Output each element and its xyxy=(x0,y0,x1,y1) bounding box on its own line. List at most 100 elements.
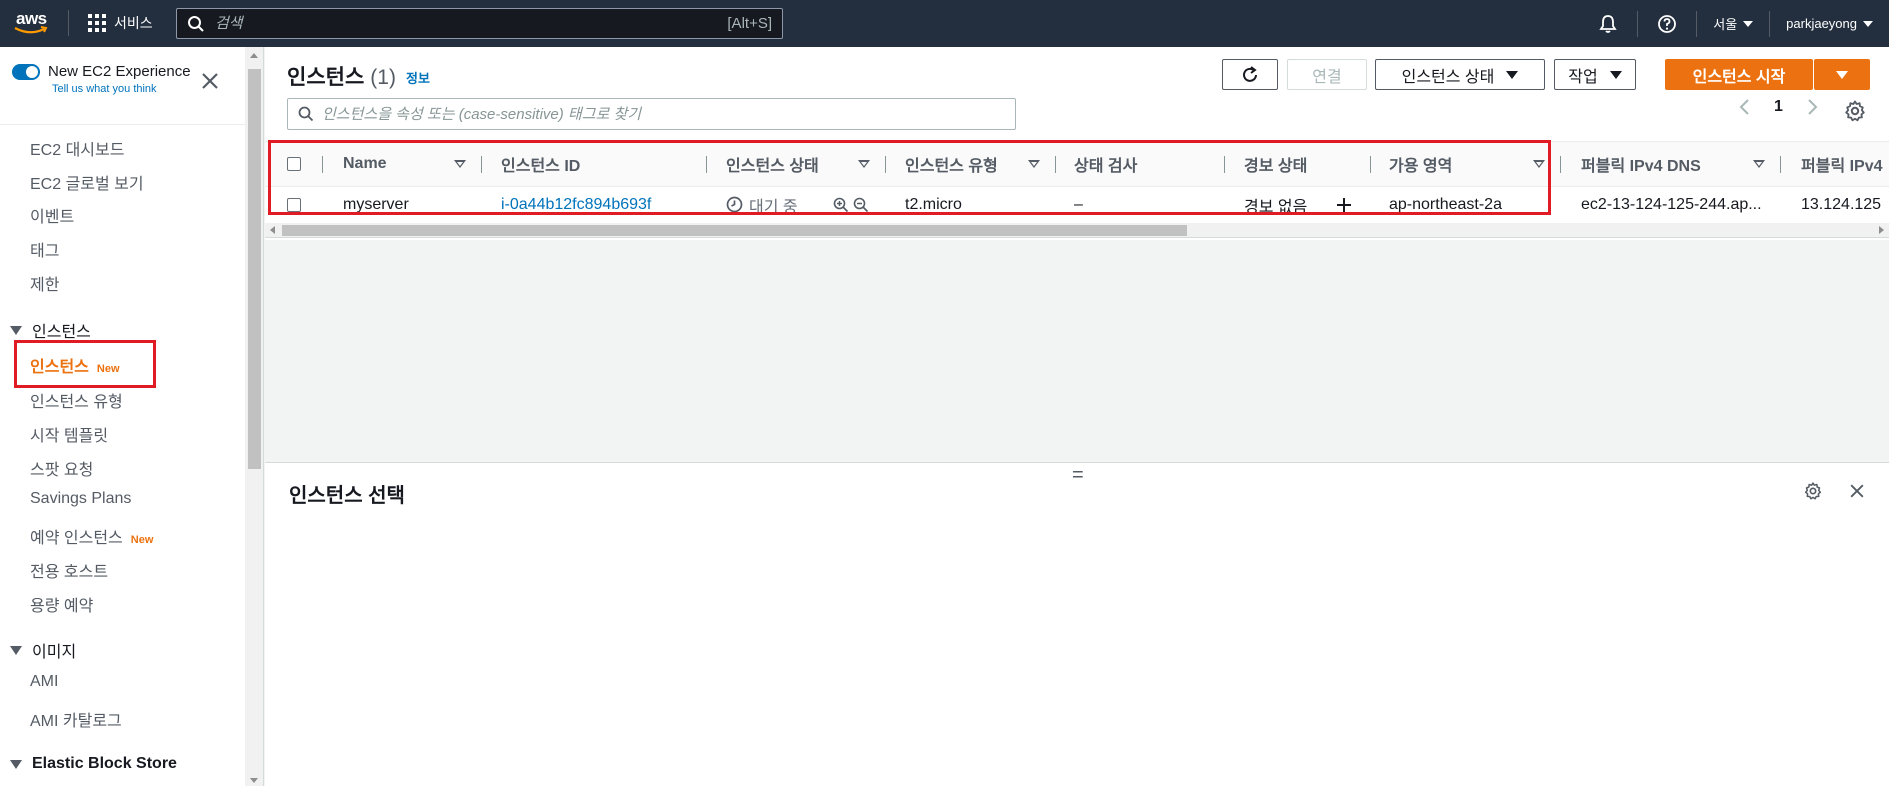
sidebar-item-reserved-instances[interactable]: 예약 인스턴스 New xyxy=(30,524,153,548)
instance-state-button[interactable]: 인스턴스 상태 xyxy=(1375,59,1545,90)
top-navigation: aws 서비스 [Alt+S] xyxy=(0,0,1889,47)
new-experience-title: New EC2 Experience xyxy=(48,63,191,80)
page-number[interactable]: 1 xyxy=(1774,98,1783,116)
sidebar: New EC2 Experience Tell us what you thin… xyxy=(0,47,245,786)
sidebar-scrollbar[interactable] xyxy=(245,47,264,786)
global-search[interactable]: [Alt+S] xyxy=(176,8,783,39)
pagination: 1 xyxy=(1738,97,1819,117)
chevron-down-icon xyxy=(1863,20,1873,27)
instance-filter[interactable] xyxy=(287,98,1016,130)
sidebar-divider xyxy=(0,124,245,125)
column-header-public-dns[interactable]: 퍼블릭 IPv4 DNS xyxy=(1581,142,1701,186)
sidebar-section-images[interactable]: 이미지 xyxy=(10,638,76,662)
close-sidebar-icon[interactable] xyxy=(198,69,222,93)
section-label: 인스턴스 xyxy=(32,324,91,341)
sidebar-item-ami-catalog[interactable]: AMI 카탈로그 xyxy=(30,707,122,731)
caret-down-icon xyxy=(1506,70,1519,79)
sidebar-section-ebs[interactable]: Elastic Block Store xyxy=(10,755,177,773)
new-experience-toggle-group: New EC2 Experience Tell us what you thin… xyxy=(12,63,191,95)
cell-public-ipv4: 13.124.125 xyxy=(1801,195,1882,213)
split-panel-controls xyxy=(1803,481,1867,501)
sidebar-item-global-view[interactable]: EC2 글로벌 보기 xyxy=(30,170,144,194)
split-panel-resize-handle[interactable]: = xyxy=(1072,465,1084,485)
page-title: 인스턴스 (1) xyxy=(287,61,396,91)
sidebar-item-launch-templates[interactable]: 시작 템플릿 xyxy=(30,422,108,446)
scroll-up-arrow-icon[interactable] xyxy=(250,53,258,58)
launch-instance-label: 인스턴스 시작 xyxy=(1692,68,1786,86)
instance-state-label: 인스턴스 상태 xyxy=(1401,68,1495,86)
table-empty-area xyxy=(265,240,1889,463)
user-label: parkjaeyong xyxy=(1786,16,1857,31)
cell-public-dns: ec2-13-124-125-244.ap... xyxy=(1581,195,1762,213)
region-label: 서울 xyxy=(1713,17,1738,32)
launch-dropdown-button[interactable] xyxy=(1814,59,1870,90)
notifications-button[interactable] xyxy=(1579,0,1637,47)
highlight-annotation-sidebar xyxy=(14,340,156,388)
filter-input[interactable] xyxy=(322,105,1005,123)
sidebar-item-capacity-reservations[interactable]: 용량 예약 xyxy=(30,592,93,616)
scroll-left-arrow-icon[interactable] xyxy=(270,226,275,234)
aws-logo[interactable]: aws xyxy=(14,9,50,37)
column-separator[interactable] xyxy=(1560,156,1561,173)
sidebar-item-dedicated-hosts[interactable]: 전용 호스트 xyxy=(30,558,108,582)
aws-smile-icon xyxy=(14,26,48,34)
sidebar-item-limits[interactable]: 제한 xyxy=(30,271,59,295)
sidebar-section-instances[interactable]: 인스턴스 xyxy=(10,318,91,342)
help-icon xyxy=(1658,14,1677,33)
sidebar-item-spot-requests[interactable]: 스팟 요청 xyxy=(30,456,93,480)
region-selector[interactable]: 서울 xyxy=(1697,0,1769,47)
sidebar-item-tags[interactable]: 태그 xyxy=(30,237,59,261)
help-button[interactable] xyxy=(1638,0,1696,47)
close-icon[interactable] xyxy=(1847,481,1867,501)
sidebar-item-events[interactable]: 이벤트 xyxy=(30,203,74,227)
sidebar-scroll-thumb[interactable] xyxy=(248,69,261,469)
scroll-down-arrow-icon[interactable] xyxy=(250,778,258,783)
search-icon xyxy=(188,15,204,32)
user-menu[interactable]: parkjaeyong xyxy=(1770,0,1889,47)
split-panel-title: 인스턴스 선택 xyxy=(289,485,405,507)
sidebar-item-label: 예약 인스턴스 xyxy=(30,530,123,547)
global-search-input[interactable] xyxy=(215,15,728,32)
chevron-left-icon[interactable] xyxy=(1738,97,1752,117)
highlight-annotation-table xyxy=(268,140,1551,215)
sidebar-item-dashboard[interactable]: EC2 대시보드 xyxy=(30,136,124,160)
column-header-public-ipv4[interactable]: 퍼블릭 IPv4 xyxy=(1801,142,1883,186)
scroll-right-arrow-icon[interactable] xyxy=(1879,226,1884,234)
new-badge: New xyxy=(130,534,154,546)
actions-label: 작업 xyxy=(1568,68,1598,86)
feedback-link[interactable]: Tell us what you think xyxy=(52,83,191,95)
new-experience-toggle[interactable] xyxy=(12,64,40,80)
refresh-button[interactable] xyxy=(1222,59,1278,90)
instance-count: (1) xyxy=(370,66,396,89)
page-title-text: 인스턴스 xyxy=(287,66,365,89)
actions-button[interactable]: 작업 xyxy=(1554,59,1636,90)
connect-label: 연결 xyxy=(1312,68,1342,86)
gear-icon[interactable] xyxy=(1843,99,1867,123)
chevron-right-icon[interactable] xyxy=(1805,97,1819,117)
services-menu-button[interactable]: 서비스 xyxy=(88,12,153,34)
info-link[interactable]: 정보 xyxy=(406,68,430,87)
gear-icon[interactable] xyxy=(1803,481,1823,501)
sort-icon[interactable] xyxy=(1753,160,1765,168)
table-scroll-thumb[interactable] xyxy=(282,225,1187,236)
search-shortcut-hint: [Alt+S] xyxy=(727,15,772,32)
column-separator[interactable] xyxy=(1780,156,1781,173)
refresh-icon xyxy=(1243,65,1257,82)
grid-icon xyxy=(88,14,106,32)
search-icon xyxy=(298,106,314,122)
caret-down-icon xyxy=(10,645,22,655)
section-label: 이미지 xyxy=(32,644,77,661)
caret-down-icon xyxy=(10,759,22,769)
caret-down-icon xyxy=(1609,70,1622,79)
services-label: 서비스 xyxy=(114,15,153,31)
nav-separator xyxy=(68,10,69,36)
table-horizontal-scrollbar[interactable] xyxy=(265,223,1889,238)
caret-down-icon xyxy=(1836,70,1848,79)
sidebar-item-instance-types[interactable]: 인스턴스 유형 xyxy=(30,388,123,412)
connect-button[interactable]: 연결 xyxy=(1287,59,1367,90)
bell-icon xyxy=(1599,14,1617,33)
sidebar-item-ami[interactable]: AMI xyxy=(30,673,58,691)
sidebar-item-savings-plans[interactable]: Savings Plans xyxy=(30,490,131,508)
nav-right-group: 서울 parkjaeyong xyxy=(1579,0,1889,47)
launch-instance-button[interactable]: 인스턴스 시작 xyxy=(1665,59,1813,90)
